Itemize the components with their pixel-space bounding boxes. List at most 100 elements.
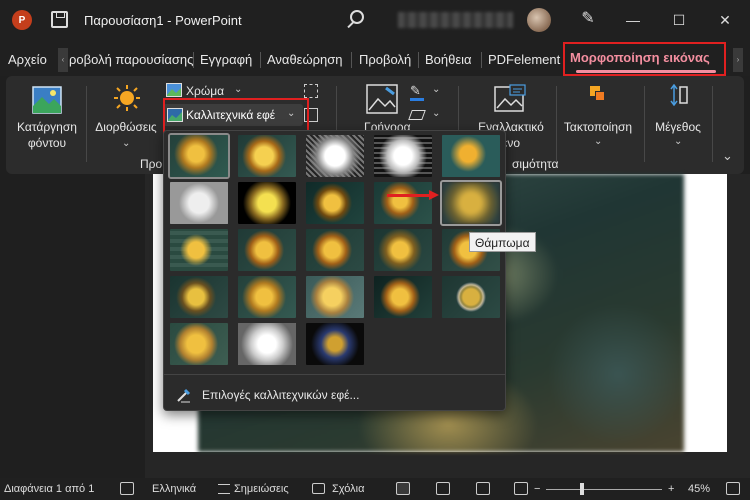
artistic-effect-preview [170,323,228,365]
artistic-effect-option[interactable] [374,229,432,271]
artistic-effect-preview [442,276,500,318]
artistic-effect-option[interactable] [238,182,296,224]
size-icon [670,84,688,106]
picture-effects-button[interactable]: ⌄ [408,108,446,124]
highlight-box-artistic-effects [163,98,309,134]
reading-view-icon[interactable] [476,482,490,495]
normal-view-icon[interactable] [396,482,410,495]
tab-divider [193,52,194,68]
zoom-slider-thumb[interactable] [580,483,584,495]
account-name-redacted [398,12,513,28]
artistic-effect-option[interactable] [374,135,432,177]
close-button[interactable]: ✕ [712,8,738,32]
artistic-effect-option[interactable] [238,229,296,271]
artistic-effect-option[interactable] [306,182,364,224]
zoom-out-button[interactable]: − [534,483,540,495]
tab-divider [418,52,419,68]
tab-divider [260,52,261,68]
artistic-effect-option[interactable] [306,323,364,365]
corrections-label: Διορθώσεις [95,120,157,134]
artistic-effect-option[interactable] [442,276,500,318]
tab-slide-show[interactable]: ροβολή παρουσίασης [69,52,193,67]
artistic-effect-option[interactable] [440,180,502,226]
avatar[interactable] [527,8,551,32]
zoom-slider[interactable] [546,489,662,490]
pen-icon[interactable]: ✎ [579,10,597,28]
artistic-effect-option[interactable] [170,182,228,224]
artistic-effect-option[interactable] [306,229,364,271]
slide-sorter-icon[interactable] [436,482,450,495]
size-button[interactable]: Μέγεθος ⌄ [646,82,710,156]
slideshow-icon[interactable] [514,482,528,495]
tabs-scroll-right-button[interactable]: › [733,48,743,72]
artistic-effect-option[interactable] [168,133,230,179]
fit-to-window-icon[interactable] [726,482,740,495]
ribbon-divider [556,86,557,162]
artistic-effect-preview [306,182,364,224]
artistic-effect-preview [374,276,432,318]
artistic-effect-option[interactable] [238,323,296,365]
ribbon-divider [86,86,87,162]
zoom-level[interactable]: 45% [688,483,710,495]
search-icon[interactable] [350,10,364,24]
tab-divider [481,52,482,68]
comments-button[interactable]: Σχόλια [312,478,382,500]
artistic-effect-option[interactable] [374,182,432,224]
tab-review[interactable]: Αναθεώρηση [267,52,343,67]
artistic-effect-preview [374,135,432,177]
tab-view[interactable]: Προβολή [359,52,411,67]
chevron-down-icon: ⌄ [674,136,683,147]
slide-counter[interactable]: Διαφάνεια 1 από 1 [4,483,94,495]
highlight-box-tab [563,42,726,76]
annotation-arrow [387,194,431,197]
alt-text-icon [494,84,526,112]
artistic-effect-option[interactable] [170,276,228,318]
artistic-effect-option[interactable] [306,135,364,177]
tab-record[interactable]: Εγγραφή [200,52,252,67]
artistic-effect-preview [306,276,364,318]
arrange-button[interactable]: Τακτοποίηση ⌄ [558,82,638,156]
artistic-effect-option[interactable] [306,276,364,318]
minimize-button[interactable]: — [620,8,646,32]
save-icon[interactable] [51,11,68,28]
color-icon [166,83,182,97]
artistic-effect-option[interactable] [442,135,500,177]
artistic-effect-option[interactable] [238,276,296,318]
remove-background-button[interactable]: Κατάργηση φόντου [12,82,82,154]
artistic-effect-option[interactable] [238,135,296,177]
eraser-icon [408,110,426,120]
chevron-down-icon: ⌄ [432,108,441,119]
artistic-effect-option[interactable] [170,229,228,271]
zoom-in-button[interactable]: + [668,483,674,495]
artistic-effect-preview [442,182,500,224]
artistic-effect-preview [170,229,228,271]
artistic-effect-option[interactable] [170,323,228,365]
artistic-effect-option[interactable] [374,276,432,318]
corrections-button[interactable]: Διορθώσεις ⌄ [92,82,160,156]
artistic-effect-preview [306,135,364,177]
language-indicator[interactable]: Ελληνικά [152,483,196,495]
picture-border-button[interactable]: ✎ ⌄ [410,84,446,101]
artistic-effects-gallery: Επιλογές καλλιτεχνικών εφέ... [163,130,506,411]
artistic-effect-preview [238,182,296,224]
artistic-effect-preview [170,182,228,224]
powerpoint-logo-icon: P [12,10,32,30]
tooltip: Θάμπωμα [469,232,536,252]
arrange-label: Τακτοποίηση [563,120,633,134]
document-title: Παρουσίαση1 - PowerPoint [84,13,242,28]
notes-button[interactable]: Σημειώσεις [218,478,298,500]
tab-file[interactable]: Αρχείο [8,52,47,67]
artistic-effects-options-item[interactable]: Επιλογές καλλιτεχνικών εφέ... [174,385,474,407]
ribbon-expand-button[interactable]: ⌄ [722,148,733,164]
tabs-scroll-left-button[interactable]: ‹ [58,48,68,72]
arrange-icon [590,86,606,102]
accessibility-check-icon[interactable] [120,482,134,495]
compress-pictures-icon[interactable] [304,84,318,98]
tab-help[interactable]: Βοήθεια [425,52,472,67]
artistic-effect-preview [442,135,500,177]
artistic-effects-options-label: Επιλογές καλλιτεχνικών εφέ... [202,388,360,402]
artistic-effect-preview [170,276,228,318]
border-color-bar [410,98,424,101]
maximize-button[interactable]: ☐ [666,8,692,32]
tab-pdfelement[interactable]: PDFelement [488,52,560,67]
